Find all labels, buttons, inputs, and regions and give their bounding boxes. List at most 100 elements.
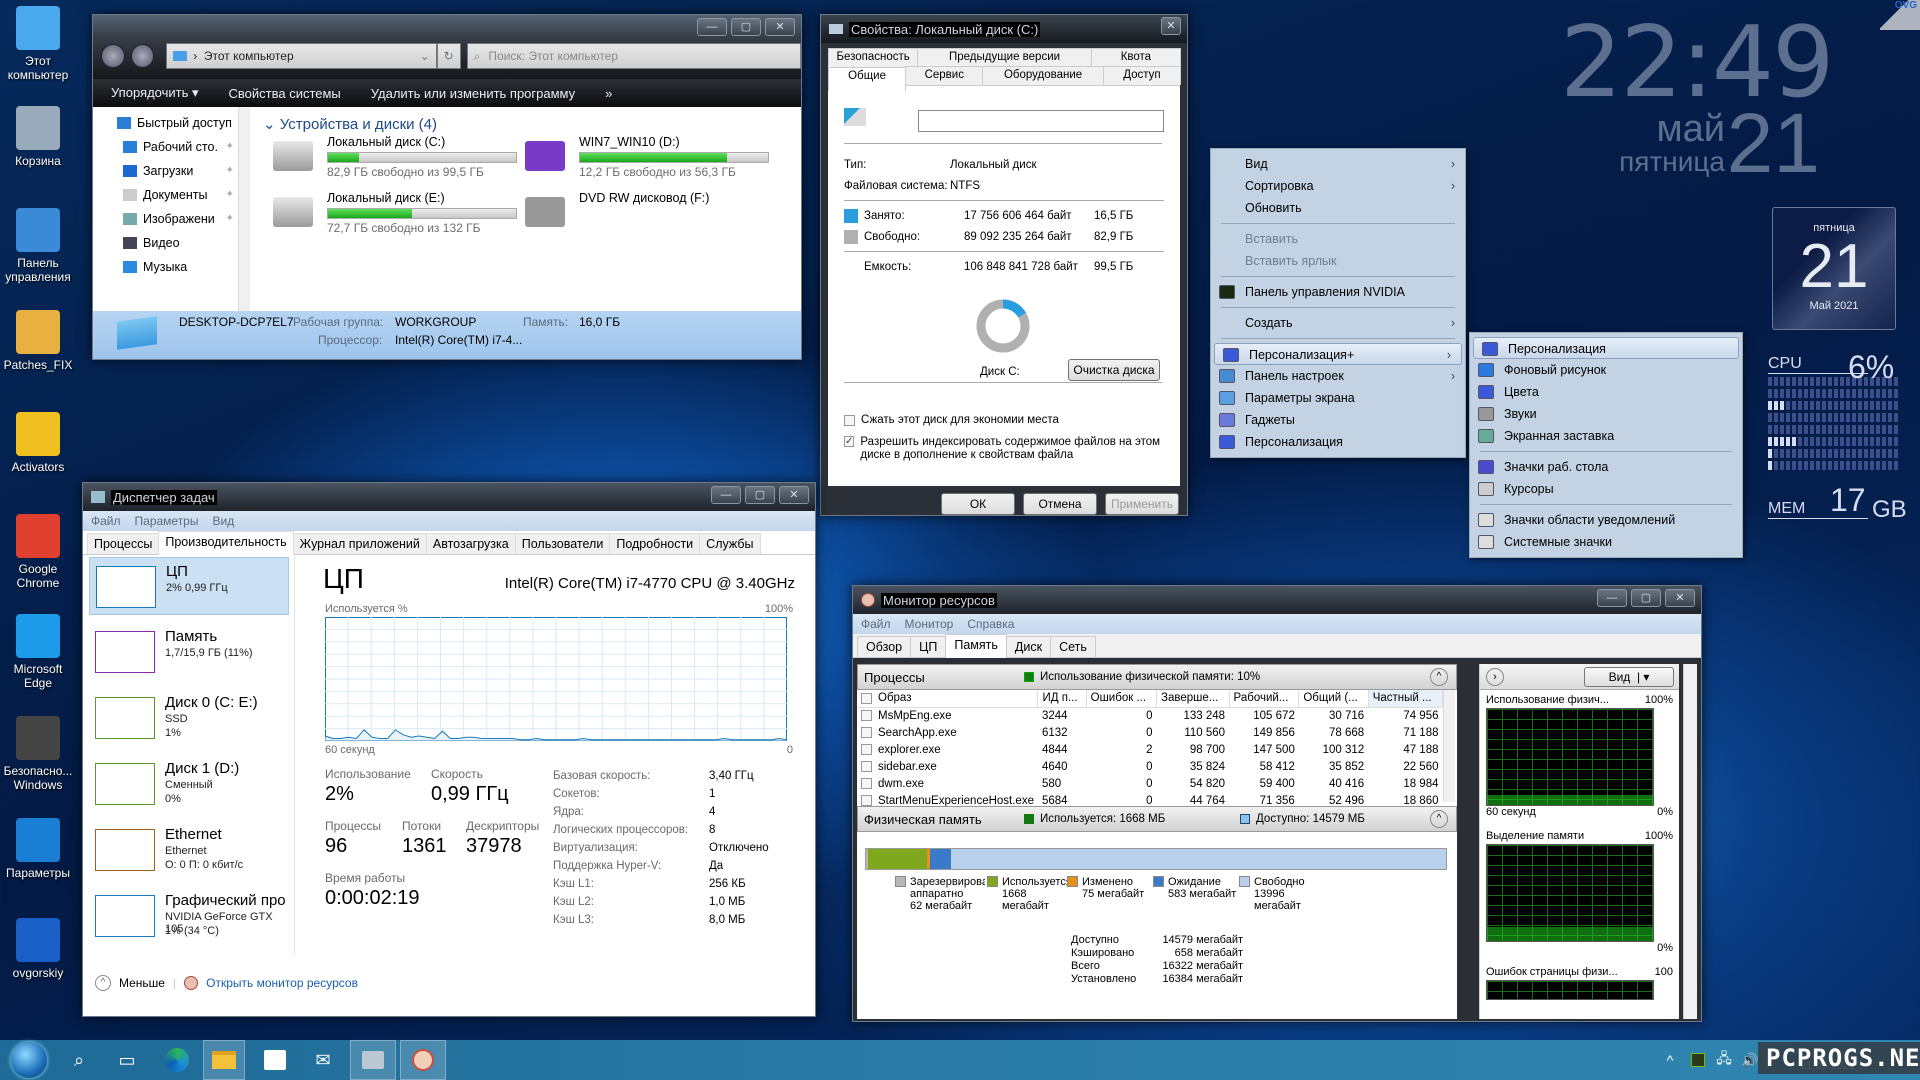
menu-item[interactable]: Вид [212,514,234,528]
graphs-scrollbar[interactable] [1683,664,1697,1019]
menu-item[interactable]: Цвета [1470,381,1742,403]
nav-item[interactable]: Загрузки ✦ [93,159,238,183]
desktop-icon[interactable]: ovgorskiy [2,918,74,980]
tab[interactable]: Квота [1090,48,1181,66]
pin-icon[interactable]: ✦ [226,135,234,159]
menu-item[interactable]: Параметры [135,514,199,528]
desktop-icon[interactable]: Корзина [2,106,74,168]
tab[interactable]: Сервис [905,66,984,85]
desktop-icon[interactable]: Безопасно... Windows [2,716,74,792]
menu-item[interactable]: Сортировка › [1211,175,1465,197]
tab[interactable]: ЦП [910,636,947,657]
tab[interactable]: Оборудование [982,66,1104,85]
maximize-button[interactable]: ▢ [745,486,775,504]
desktop-icon[interactable]: Этот компьютер [2,6,74,82]
tab[interactable]: Журнал приложений [292,533,427,554]
tab[interactable]: Автозагрузка [425,533,516,554]
physical-memory-section-header[interactable]: Физическая память Используется: 1668 МБ … [857,806,1457,832]
column-header[interactable]: Общий (... [1298,690,1369,708]
drive-item[interactable]: Локальный диск (C:) 82,9 ГБ свободно из 9… [273,135,517,179]
table-row[interactable]: MsMpEng.exe 3244 0 133 248 105 672 30 716 74 9… [857,707,1443,724]
menu-item[interactable]: Значки раб. стола [1470,456,1742,478]
menu-item[interactable]: Фоновый рисунок [1470,359,1742,381]
column-header[interactable]: Частный ... [1368,690,1444,708]
nav-item[interactable]: Видео [93,231,238,255]
cancel-button[interactable]: Отмена [1023,493,1097,515]
pin-icon[interactable]: ✦ [226,159,234,183]
tab[interactable]: Процессы [87,533,160,554]
menu-item[interactable]: Вставить ярлык [1211,250,1465,272]
tab[interactable]: Предыдущие версии [917,48,1092,66]
resource-item[interactable]: Ethernet Ethernet О: 0 П: 0 кбит/с [89,821,289,879]
menu-item[interactable]: Персонализация+ › [1214,343,1462,365]
resource-monitor-icon[interactable] [400,1040,446,1080]
task-view-icon[interactable]: ▭ [104,1040,150,1080]
fewer-details-link[interactable]: Меньше [119,976,165,990]
tab[interactable]: Обзор [857,636,912,657]
minimize-button[interactable]: — [1597,589,1627,607]
group-header[interactable]: ⌄ Устройства и диски (4) [263,115,437,133]
tab[interactable]: Пользователи [514,533,611,554]
maximize-button[interactable]: ▢ [731,18,761,36]
tab[interactable]: Подробности [609,533,701,554]
menu-item[interactable]: Системные значки [1470,531,1742,553]
tab[interactable]: Общие [828,67,907,91]
menu-item[interactable]: Создать › [1211,312,1465,334]
store-icon[interactable] [252,1040,298,1080]
view-dropdown[interactable]: Вид | ▾ [1584,667,1674,687]
menu-item[interactable]: Звуки [1470,403,1742,425]
menu-item[interactable]: Панель управления NVIDIA [1211,281,1465,303]
menu-item[interactable]: Гаджеты [1211,409,1465,431]
nav-item[interactable]: Музыка [93,255,238,279]
expand-icon[interactable]: › [1486,668,1504,686]
row-checkbox[interactable] [861,743,872,755]
nvidia-tray-icon[interactable] [1686,1040,1710,1080]
menu-item[interactable]: Персонализация [1473,337,1739,359]
menu-item[interactable]: Персонализация [1211,431,1465,453]
command-button[interactable]: Удалить или изменить программу [371,86,575,101]
tab[interactable]: Службы [699,533,761,554]
table-scrollbar[interactable] [1443,690,1455,802]
resource-item[interactable]: Графический про NVIDIA GeForce GTX 105 1% … [89,887,289,945]
row-checkbox[interactable] [861,726,872,738]
task-manager-icon[interactable] [350,1040,396,1080]
compress-checkbox[interactable] [844,414,855,426]
drive-item[interactable]: Локальный диск (E:) 72,7 ГБ свободно из 1… [273,191,517,235]
tab[interactable]: Память [945,634,1007,658]
column-header[interactable]: Заверше... [1156,690,1230,708]
close-button[interactable]: ✕ [765,18,795,36]
open-resource-monitor-link[interactable]: Открыть монитор ресурсов [206,976,358,990]
refresh-button[interactable]: ↻ [436,43,461,69]
forward-button[interactable] [130,44,155,68]
edge-icon[interactable] [154,1040,200,1080]
tab[interactable]: Производительность [158,531,294,555]
close-button[interactable]: ✕ [1665,589,1695,607]
column-header[interactable]: Рабочий... [1229,690,1300,708]
processes-section-header[interactable]: Процессы Использование физической памяти… [857,664,1457,690]
network-icon[interactable]: 🖧 [1712,1040,1736,1080]
tab[interactable]: Сеть [1050,636,1096,657]
row-checkbox[interactable] [861,777,872,789]
resource-item[interactable]: Память 1,7/15,9 ГБ (11%) [89,623,289,681]
minimize-button[interactable]: — [711,486,741,504]
pin-icon[interactable]: ✦ [226,207,234,231]
desktop-icon[interactable]: Activators [2,412,74,474]
menu-item[interactable]: Значки области уведомлений [1470,509,1742,531]
menu-item[interactable]: Параметры экрана [1211,387,1465,409]
file-explorer-icon[interactable] [203,1040,245,1080]
collapse-icon[interactable]: ^ [95,975,111,991]
desktop-icon[interactable]: Параметры [2,818,74,880]
resource-item[interactable]: ЦП 2% 0,99 ГГц [89,557,289,615]
menu-item[interactable]: Курсоры [1470,478,1742,500]
row-checkbox[interactable] [861,794,872,806]
menu-item[interactable]: Обновить [1211,197,1465,219]
ok-button[interactable]: ОК [941,493,1015,515]
collapse-icon[interactable]: ^ [1430,810,1448,828]
command-button[interactable]: Упорядочить ▾ [111,85,199,101]
search-icon[interactable]: ⌕ [56,1040,102,1080]
desktop-icon[interactable]: Microsoft Edge [2,614,74,690]
menu-item[interactable]: Вид › [1211,153,1465,175]
nav-item[interactable]: Документы ✦ [93,183,238,207]
maximize-button[interactable]: ▢ [1631,589,1661,607]
column-header[interactable]: Ошибок ... [1086,690,1158,708]
